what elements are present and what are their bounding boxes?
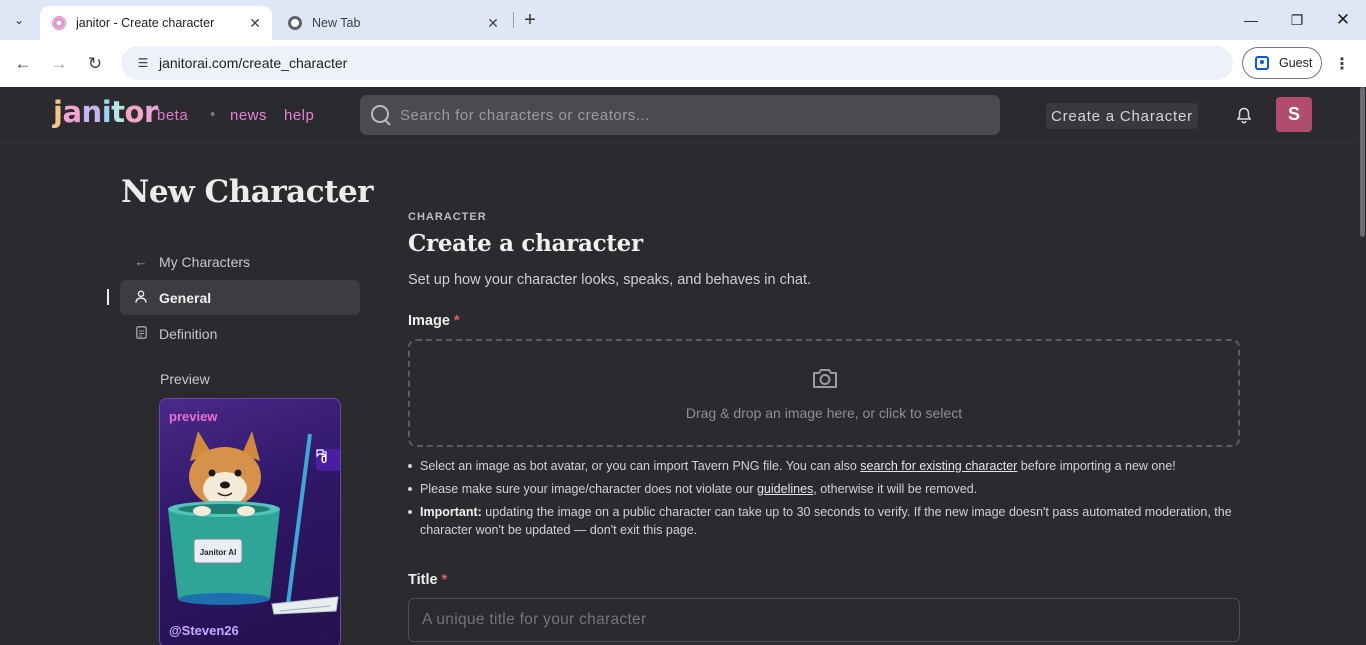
forward-arrow-icon[interactable]: → xyxy=(46,51,72,77)
guidelines-link[interactable]: guidelines xyxy=(757,482,813,496)
image-label: Image * xyxy=(408,313,460,329)
image-dropzone[interactable]: Drag & drop an image here, or click to s… xyxy=(408,339,1240,447)
search-input[interactable] xyxy=(400,106,980,124)
janitor-favicon-icon xyxy=(52,16,66,30)
nav-dot: • xyxy=(210,106,216,123)
title-input[interactable] xyxy=(408,598,1240,642)
close-tab-icon[interactable]: ✕ xyxy=(244,12,266,34)
dropzone-text: Drag & drop an image here, or click to s… xyxy=(685,405,963,421)
tab-janitor[interactable]: janitor - Create character ✕ xyxy=(40,6,272,40)
section-subheading: Set up how your character looks, speaks,… xyxy=(408,272,812,288)
chat-count-badge: 0 xyxy=(316,449,340,471)
section-eyebrow: CHARACTER xyxy=(408,211,487,223)
user-icon xyxy=(134,290,148,306)
required-mark: * xyxy=(441,572,448,588)
profile-label: Guest xyxy=(1279,56,1313,70)
hint-item: Important: updating the image on a publi… xyxy=(408,503,1238,539)
active-indicator xyxy=(107,289,109,305)
chat-icon xyxy=(316,449,327,458)
hint-item: Select an image as bot avatar, or you ca… xyxy=(408,457,1238,475)
sidebar-item-definition[interactable]: Definition xyxy=(120,316,360,351)
user-avatar[interactable]: S xyxy=(1276,97,1312,132)
camera-icon xyxy=(813,369,837,388)
sidebar-item-label: My Characters xyxy=(159,253,251,270)
url-text: janitorai.com/create_character xyxy=(159,55,348,71)
search-icon xyxy=(370,104,392,126)
image-hints: Select an image as bot avatar, or you ca… xyxy=(408,457,1238,544)
tab-new-tab[interactable]: New Tab ✕ xyxy=(276,6,510,40)
required-mark: * xyxy=(453,313,460,329)
help-link[interactable]: help xyxy=(284,107,314,124)
new-tab-plus-icon[interactable]: + xyxy=(519,9,541,31)
page-scrollbar[interactable] xyxy=(1358,87,1366,645)
sidebar-item-my-characters[interactable]: ← My Characters xyxy=(120,244,360,279)
close-tab-icon[interactable]: ✕ xyxy=(482,12,504,34)
reload-icon[interactable]: ↻ xyxy=(82,51,108,77)
minimize-icon[interactable]: — xyxy=(1228,5,1274,35)
document-icon xyxy=(134,325,148,342)
site-header: janitor beta • news help Create a Charac… xyxy=(0,87,1358,143)
arrow-left-icon: ← xyxy=(134,254,148,269)
preview-tag: preview xyxy=(169,409,218,424)
tab-search-chevron-icon[interactable]: ⌄ xyxy=(6,8,32,32)
scrollbar-thumb[interactable] xyxy=(1360,87,1365,237)
browser-tab-bar: ⌄ janitor - Create character ✕ New Tab ✕… xyxy=(0,0,1366,40)
tab-separator xyxy=(513,12,514,28)
preview-username[interactable]: @Steven26 xyxy=(169,623,239,638)
sidebar-item-general[interactable]: General xyxy=(120,280,360,315)
section-heading: Create a character xyxy=(408,230,643,257)
close-window-icon[interactable]: ✕ xyxy=(1320,5,1366,35)
news-link[interactable]: news xyxy=(230,107,267,124)
sidebar-item-label: Definition xyxy=(159,325,218,342)
chrome-favicon-icon xyxy=(288,16,302,30)
beta-label: beta xyxy=(157,107,189,124)
restore-icon[interactable]: ❐ xyxy=(1274,5,1320,35)
notification-bell-icon[interactable] xyxy=(1233,104,1255,126)
hint-item: Please make sure your image/character do… xyxy=(408,480,1238,498)
browser-toolbar: ← → ↻ ☰ janitorai.com/create_character G… xyxy=(0,40,1366,87)
bucket-label: Janitor AI xyxy=(200,548,237,557)
janitor-mascot-image: Janitor AI xyxy=(168,431,339,615)
guest-profile-icon xyxy=(1255,56,1269,70)
preview-label: Preview xyxy=(160,371,210,387)
page-title: New Character xyxy=(121,174,374,210)
sidebar-item-label: General xyxy=(159,289,212,306)
address-bar[interactable]: ☰ janitorai.com/create_character xyxy=(121,46,1233,80)
back-arrow-icon[interactable]: ← xyxy=(10,51,36,77)
tab-title: New Tab xyxy=(312,16,361,30)
title-label: Title * xyxy=(408,572,448,588)
profile-button[interactable]: Guest xyxy=(1242,47,1322,79)
site-settings-icon[interactable]: ☰ xyxy=(129,56,157,70)
browser-menu-icon[interactable]: ⋮ xyxy=(1332,51,1352,77)
preview-card[interactable]: Janitor AI preview 0 @Steven26 xyxy=(159,398,341,645)
tab-title: janitor - Create character xyxy=(76,16,215,30)
janitor-logo[interactable]: janitor xyxy=(53,95,158,129)
character-search xyxy=(360,95,1000,135)
create-character-button[interactable]: Create a Character xyxy=(1046,103,1198,129)
search-existing-character-link[interactable]: search for existing character xyxy=(860,459,1017,473)
